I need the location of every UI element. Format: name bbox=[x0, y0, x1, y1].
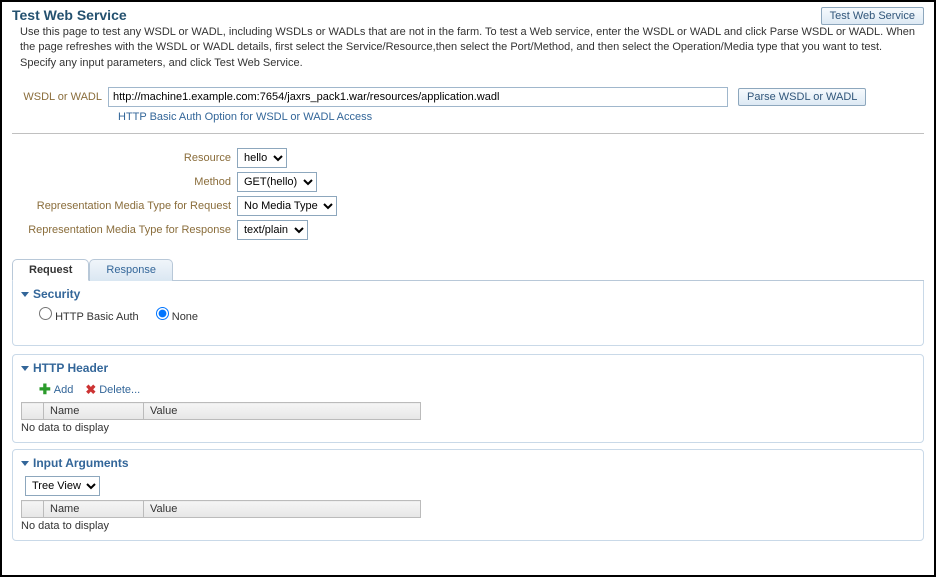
table-header-name: Name bbox=[44, 501, 144, 518]
tab-response[interactable]: Response bbox=[89, 259, 173, 281]
tab-request[interactable]: Request bbox=[12, 259, 89, 281]
http-header-no-data: No data to display bbox=[21, 420, 915, 436]
security-title: Security bbox=[33, 287, 80, 301]
chevron-down-icon bbox=[21, 366, 29, 371]
response-media-select[interactable]: text/plain bbox=[237, 220, 308, 240]
page-description: Use this page to test any WSDL or WADL, … bbox=[12, 25, 924, 71]
input-arguments-no-data: No data to display bbox=[21, 518, 915, 534]
table-header-value: Value bbox=[144, 403, 421, 420]
table-header-empty bbox=[22, 501, 44, 518]
request-media-select[interactable]: No Media Type bbox=[237, 196, 337, 216]
chevron-down-icon bbox=[21, 461, 29, 466]
chevron-down-icon bbox=[21, 292, 29, 297]
table-header-value: Value bbox=[144, 501, 421, 518]
wsdl-input[interactable] bbox=[108, 87, 728, 107]
resource-label: Resource bbox=[12, 152, 237, 164]
input-arguments-table: Name Value bbox=[21, 500, 421, 518]
add-header-button[interactable]: ✚ Add bbox=[39, 381, 73, 398]
method-select[interactable]: GET(hello) bbox=[237, 172, 317, 192]
table-header-empty bbox=[22, 403, 44, 420]
input-arguments-section-toggle[interactable]: Input Arguments bbox=[21, 456, 915, 470]
tree-view-select[interactable]: Tree View bbox=[25, 476, 100, 496]
request-media-label: Representation Media Type for Request bbox=[12, 200, 237, 212]
wsdl-label: WSDL or WADL bbox=[12, 91, 108, 103]
http-basic-auth-link[interactable]: HTTP Basic Auth Option for WSDL or WADL … bbox=[118, 111, 372, 123]
plus-icon: ✚ bbox=[39, 381, 51, 398]
parse-wsdl-button[interactable]: Parse WSDL or WADL bbox=[738, 88, 866, 106]
table-header-name: Name bbox=[44, 403, 144, 420]
divider bbox=[12, 133, 924, 134]
x-icon: ✖ bbox=[85, 382, 96, 398]
input-arguments-title: Input Arguments bbox=[33, 456, 129, 470]
http-header-section-toggle[interactable]: HTTP Header bbox=[21, 361, 915, 375]
radio-http-basic-auth[interactable]: HTTP Basic Auth bbox=[39, 311, 142, 323]
delete-header-button[interactable]: ✖ Delete... bbox=[85, 382, 140, 398]
security-section-toggle[interactable]: Security bbox=[21, 287, 915, 301]
http-header-table: Name Value bbox=[21, 402, 421, 420]
method-label: Method bbox=[12, 176, 237, 188]
radio-none[interactable]: None bbox=[156, 311, 198, 323]
test-web-service-button[interactable]: Test Web Service bbox=[821, 7, 924, 25]
page-title: Test Web Service bbox=[12, 7, 127, 23]
resource-select[interactable]: hello bbox=[237, 148, 287, 168]
response-media-label: Representation Media Type for Response bbox=[12, 224, 237, 236]
http-header-title: HTTP Header bbox=[33, 361, 108, 375]
